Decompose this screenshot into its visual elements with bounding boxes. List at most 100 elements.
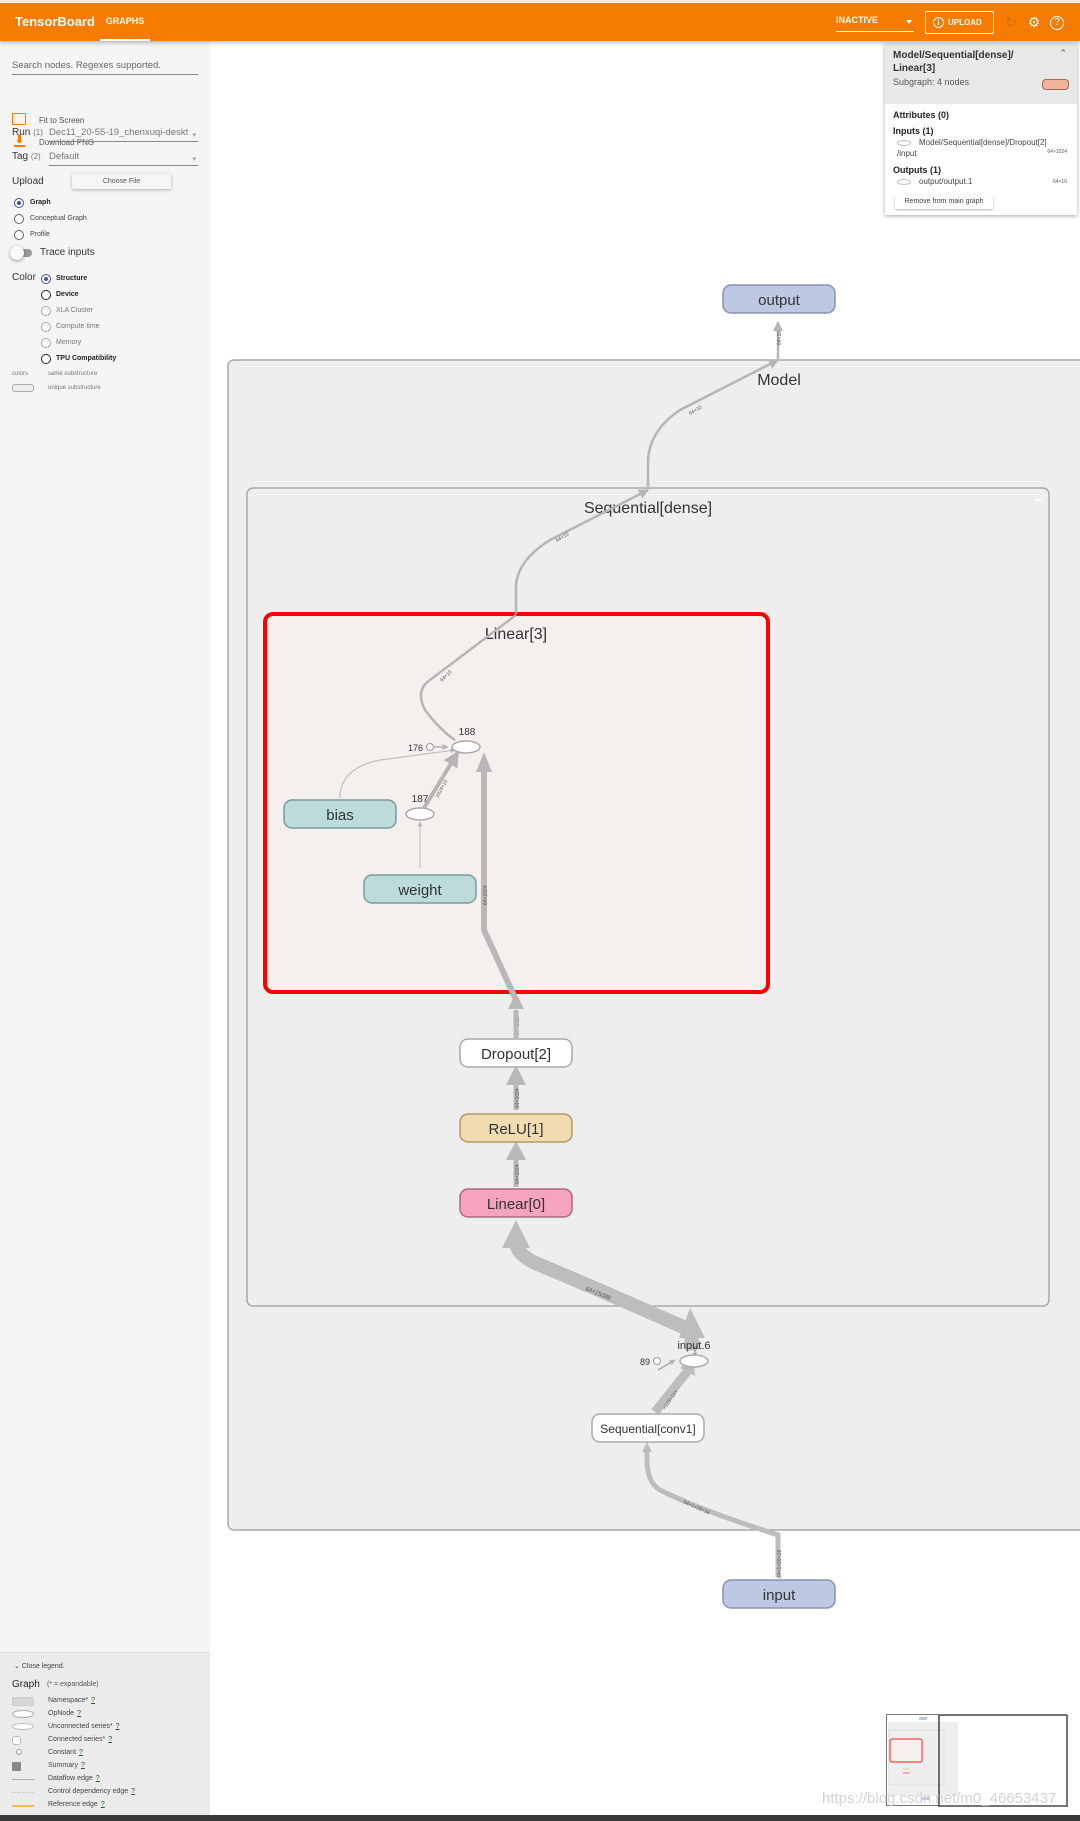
help-link[interactable]: ? [79, 1749, 83, 1756]
toggle-knob [10, 246, 24, 260]
radio-color-device-label: Device [56, 291, 79, 298]
close-legend-button[interactable]: ⌄ Close legend. [14, 1662, 65, 1670]
summary-icon [12, 1762, 21, 1771]
colors-caption: colors [12, 371, 29, 377]
search-nodes-input[interactable]: Search nodes. Regexes supported. [12, 57, 198, 75]
legend-item-opnode: OpNode? [12, 1710, 202, 1720]
edge-label: 64×1024 [515, 1088, 521, 1108]
linear0-node-label: Linear[0] [487, 1196, 545, 1213]
node-info-card: Model/Sequential[dense]/ Linear[3] ⌃ Sub… [885, 44, 1077, 215]
legend-item-reference-edge: Reference edge? [12, 1801, 202, 1811]
fit-screen-icon [12, 113, 26, 125]
radio-color-structure[interactable] [41, 274, 51, 284]
outputs-heading: Outputs (1) [893, 165, 941, 175]
model-label: Model [757, 372, 801, 389]
chevron-down-icon: ▾ [192, 132, 196, 139]
output-entry[interactable]: output/output.1 [897, 177, 972, 186]
bottom-bar [0, 1815, 1080, 1821]
trace-inputs-toggle[interactable] [10, 246, 32, 260]
fit-to-screen-label: Fit to Screen [39, 116, 85, 125]
sequential-dense-label: Sequential[dense] [584, 500, 712, 517]
gear-icon[interactable]: ⚙ [1026, 14, 1042, 30]
legend-item-constant: Constant? [12, 1749, 202, 1759]
minimap-output [919, 1717, 927, 1720]
sidebar: Search nodes. Regexes supported. Fit to … [0, 41, 210, 1821]
legend-label: Control dependency edge [48, 1788, 129, 1795]
chevron-down-icon [906, 20, 912, 24]
graph-canvas[interactable]: Model Sequential[dense] Linear[3] 64×10 … [210, 41, 1080, 1815]
legend-title: Graph [12, 1679, 40, 1690]
opnode-icon [897, 139, 911, 146]
run-label: Run (1) [12, 127, 43, 138]
upload-button[interactable]: i UPLOAD [925, 11, 994, 34]
dataflow-edge-icon [12, 1779, 34, 1780]
radio-color-xla[interactable] [41, 306, 51, 316]
upload-label: Upload [12, 176, 44, 187]
chevron-down-icon: ⌄ [14, 1663, 20, 1670]
help-link[interactable]: ? [91, 1697, 95, 1704]
radio-color-compute-label: Compute time [56, 323, 100, 330]
help-link[interactable]: ? [108, 1736, 112, 1743]
edge-label: 64×1024 [483, 885, 489, 905]
radio-graph[interactable] [14, 198, 24, 208]
input-entry[interactable]: Model/Sequential[dense]/Dropout[2] /inpu… [897, 137, 1067, 159]
radio-color-tpu[interactable] [41, 354, 51, 364]
help-icon[interactable]: ? [1050, 16, 1064, 30]
constant-node-89-label: 89 [640, 1357, 650, 1367]
op-node-187[interactable] [405, 807, 435, 821]
legend-subtitle: (* = expandable) [47, 1681, 99, 1688]
info-card-subgraph: Subgraph: 4 nodes [893, 77, 970, 87]
info-icon: i [933, 17, 944, 28]
tag-select[interactable]: Default ▾ [49, 149, 198, 166]
radio-color-structure-label: Structure [56, 275, 88, 282]
choose-file-button[interactable]: Choose File [72, 174, 171, 189]
radio-profile[interactable] [14, 230, 24, 240]
opnode-icon [12, 1710, 34, 1718]
help-link[interactable]: ? [101, 1801, 105, 1808]
color-label: Color [12, 272, 36, 283]
remove-from-main-graph-button[interactable]: Remove from main graph [895, 195, 993, 209]
weight-node-label: weight [397, 882, 442, 899]
radio-conceptual-graph-label: Conceptual Graph [30, 215, 87, 222]
connected-series-icon [12, 1736, 21, 1745]
radio-color-memory-label: Memory [56, 339, 82, 346]
help-link[interactable]: ? [77, 1710, 81, 1717]
help-link[interactable]: ? [96, 1775, 100, 1782]
tab-graphs[interactable]: GRAPHS [100, 3, 150, 41]
help-link[interactable]: ? [131, 1788, 135, 1795]
tag-count: (2) [30, 152, 41, 161]
constant-node-176[interactable] [426, 743, 434, 751]
legend-label: Summary [48, 1762, 78, 1769]
structure-color-swatch [1042, 79, 1069, 90]
refresh-icon[interactable]: ↻ [1003, 14, 1019, 30]
constant-node-89[interactable] [653, 1357, 661, 1365]
run-select-value: Dec11_20-55-19_chenxuqi-deskt [49, 127, 189, 138]
input-node-label: input [763, 1587, 796, 1604]
radio-graph-label: Graph [30, 199, 51, 206]
run-select[interactable]: Dec11_20-55-19_chenxuqi-deskt ▾ [49, 125, 198, 142]
plugin-select[interactable]: INACTIVE [836, 15, 914, 32]
unique-substructure-label: unique substructure [48, 385, 101, 391]
legend-item-summary: Summary? [12, 1762, 202, 1772]
radio-color-memory[interactable] [41, 338, 51, 348]
graph-svg[interactable]: Model Sequential[dense] Linear[3] 64×10 … [210, 41, 1080, 1815]
legend-label: Unconnected series* [48, 1723, 113, 1730]
output-shape: 64×10 [1052, 179, 1067, 185]
help-link[interactable]: ? [116, 1723, 120, 1730]
radio-conceptual-graph[interactable] [14, 214, 24, 224]
legend-label: Dataflow edge [48, 1775, 93, 1782]
plugin-select-value: INACTIVE [836, 15, 879, 25]
input-shape: 64×1024 [1047, 149, 1067, 155]
namespace-icon [12, 1697, 34, 1706]
dropout-node-label: Dropout[2] [481, 1046, 551, 1063]
radio-color-compute[interactable] [41, 322, 51, 332]
legend-item-namespace: Namespace*? [12, 1697, 202, 1707]
op-node-input6[interactable] [679, 1354, 709, 1368]
radio-color-device[interactable] [41, 290, 51, 300]
watermark: https://blog.csdn.net/m0_46653437 [822, 1790, 1057, 1807]
upload-label: UPLOAD [948, 18, 982, 27]
help-link[interactable]: ? [81, 1762, 85, 1769]
chevron-up-icon[interactable]: ⌃ [1059, 48, 1067, 59]
op-node-188[interactable] [451, 740, 481, 754]
unique-substructure-swatch [12, 384, 34, 392]
